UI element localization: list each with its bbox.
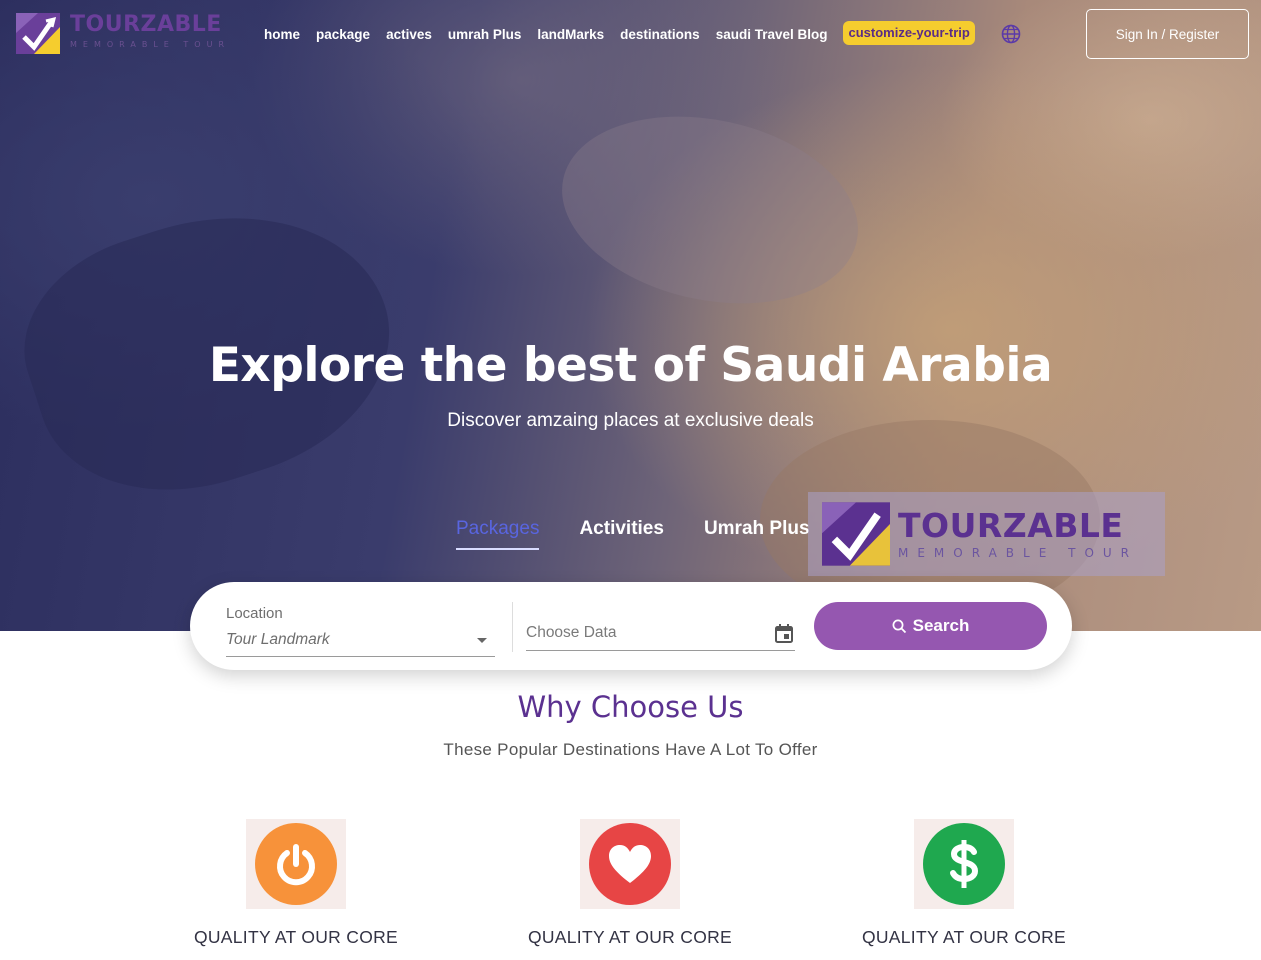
heart-icon: [589, 823, 671, 905]
customize-trip-button[interactable]: customize-your-trip: [843, 21, 975, 45]
hero-background-rock: [544, 90, 876, 330]
dollar-icon: [923, 823, 1005, 905]
hero-banner: TOURZABLE MEMORABLE TOUR home package ac…: [0, 0, 1261, 631]
feature-card: QUALITY AT OUR CORE: [854, 819, 1074, 948]
feature-label: QUALITY AT OUR CORE: [861, 927, 1067, 947]
location-select-value: Tour Landmark: [226, 631, 330, 648]
feature-label: QUALITY AT OUR CORE: [527, 927, 733, 947]
calendar-icon[interactable]: [775, 624, 793, 643]
chevron-down-icon: [477, 638, 487, 643]
feature-label: QUALITY AT OUR CORE: [193, 927, 399, 947]
feature-icon-frame: [914, 819, 1014, 909]
logo-icon: [16, 13, 60, 54]
feature-icon-frame: [580, 819, 680, 909]
watermark-brand-name: TOURZABLE: [898, 506, 1124, 545]
brand-name: TOURZABLE: [70, 12, 222, 37]
feature-icon-frame: [246, 819, 346, 909]
tab-packages[interactable]: Packages: [456, 518, 540, 550]
watermark-tagline: MEMORABLE TOUR: [898, 546, 1139, 560]
brand-logo[interactable]: TOURZABLE MEMORABLE TOUR: [16, 13, 230, 54]
globe-icon[interactable]: [1001, 24, 1021, 44]
hero-title: Explore the best of Saudi Arabia: [208, 338, 1053, 393]
brand-tagline: MEMORABLE TOUR: [70, 40, 231, 49]
main-nav: home package actives umrah Plus landMark…: [264, 21, 975, 45]
date-placeholder: Choose Data: [526, 624, 617, 641]
nav-item-destinations[interactable]: destinations: [620, 26, 700, 44]
nav-item-home[interactable]: home: [264, 26, 300, 44]
nav-item-umrah-plus[interactable]: umrah Plus: [448, 26, 522, 44]
why-choose-us-subtitle: These Popular Destinations Have A Lot To…: [443, 740, 818, 759]
hero-subtitle: Discover amzaing places at exclusive dea…: [447, 410, 814, 431]
search-button[interactable]: Search: [814, 602, 1047, 650]
power-icon: [255, 823, 337, 905]
search-button-label: Search: [912, 616, 970, 635]
search-divider: [512, 602, 513, 652]
nav-item-package[interactable]: package: [316, 26, 370, 44]
tab-activities[interactable]: Activities: [579, 518, 663, 550]
tab-umrah-plus[interactable]: Umrah Plus: [704, 518, 810, 550]
feature-card: QUALITY AT OUR CORE: [520, 819, 740, 948]
watermark-logo-icon: [822, 502, 890, 566]
nav-item-actives[interactable]: actives: [386, 26, 432, 44]
location-select[interactable]: Tour Landmark: [226, 631, 495, 657]
search-tabs: Packages Activities Umrah Plus: [456, 518, 850, 550]
why-choose-us-title: Why Choose Us: [517, 690, 744, 724]
watermark-logo: TOURZABLE MEMORABLE TOUR: [808, 492, 1165, 576]
date-field[interactable]: Choose Data: [526, 624, 795, 651]
location-label: Location: [226, 605, 283, 622]
nav-item-blog[interactable]: saudi Travel Blog: [716, 26, 828, 44]
feature-card: QUALITY AT OUR CORE: [186, 819, 406, 948]
search-icon: [892, 619, 906, 633]
search-bar: Location Tour Landmark Choose Data Searc…: [190, 582, 1072, 670]
nav-item-landmarks[interactable]: landMarks: [537, 26, 604, 44]
signin-register-button[interactable]: Sign In / Register: [1086, 9, 1249, 59]
